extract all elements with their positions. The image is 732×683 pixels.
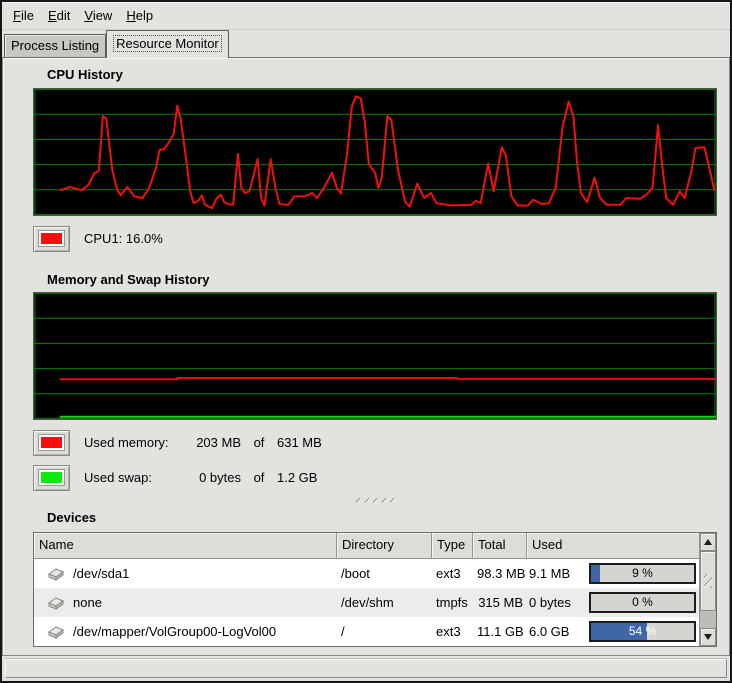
device-type-cell: ext3 (432, 566, 473, 581)
memory-history-title: Memory and Swap History (47, 272, 717, 287)
memory-color-swatch (39, 435, 64, 450)
devices-scrollbar[interactable] (699, 533, 716, 646)
device-total-cell: 315 MB (473, 595, 527, 610)
device-directory-cell: / (337, 624, 432, 639)
device-used-cell: 9.1 MB9 % (527, 563, 699, 584)
menu-file[interactable]: File (6, 4, 41, 27)
memory-color-button[interactable] (33, 430, 70, 456)
device-name-cell: /dev/mapper/VolGroup00-LogVol00 (34, 623, 337, 641)
column-header-name[interactable]: Name (34, 533, 337, 559)
swap-legend: Used swap: 0 bytes of 1.2 GB (33, 464, 717, 491)
device-name-cell: none (34, 594, 337, 612)
scrollbar-down-button[interactable] (700, 628, 716, 646)
memory-chart-svg (34, 293, 716, 419)
devices-title: Devices (47, 510, 717, 525)
resource-monitor-panel: CPU History CPU1: 16.0% Memory and Swap … (2, 57, 730, 656)
devices-table-body: /dev/sda1/bootext398.3 MB9.1 MB9 %none/d… (34, 559, 699, 646)
disk-icon (47, 565, 65, 583)
disk-icon (47, 623, 65, 641)
column-header-directory[interactable]: Directory (337, 533, 432, 559)
memory-legend-label: Used memory: (84, 435, 179, 450)
column-header-type[interactable]: Type (432, 533, 473, 559)
device-name-cell: /dev/sda1 (34, 565, 337, 583)
cpu-color-button[interactable] (33, 226, 70, 252)
menu-edit[interactable]: Edit (41, 4, 77, 27)
menubar: File Edit View Help (2, 2, 730, 30)
menu-help[interactable]: Help (119, 4, 160, 27)
swap-total-value: 1.2 GB (277, 470, 317, 485)
device-row[interactable]: none/dev/shmtmpfs315 MB0 bytes0 % (34, 588, 699, 617)
memory-history-chart (33, 292, 717, 420)
swap-legend-label: Used swap: (84, 470, 179, 485)
tabbar: Process Listing Resource Monitor (2, 30, 730, 57)
device-directory-cell: /dev/shm (337, 595, 432, 610)
disk-icon (47, 594, 65, 612)
column-header-used[interactable]: Used (527, 533, 699, 559)
down-arrow-icon (704, 634, 712, 640)
cpu-history-title: CPU History (47, 67, 717, 82)
memory-of-text: of (241, 435, 277, 450)
memory-total-value: 631 MB (277, 435, 322, 450)
device-directory-cell: /boot (337, 566, 432, 581)
cpu-legend: CPU1: 16.0% (33, 225, 717, 252)
pane-resize-grip[interactable] (355, 497, 395, 504)
swap-of-text: of (241, 470, 277, 485)
device-row[interactable]: /dev/sda1/bootext398.3 MB9.1 MB9 % (34, 559, 699, 588)
swap-used-value: 0 bytes (179, 470, 241, 485)
devices-table: Name Directory Type Total Used /dev/sda1… (33, 532, 717, 647)
device-type-cell: tmpfs (432, 595, 473, 610)
memory-legend: Used memory: 203 MB of 631 MB (33, 429, 717, 456)
usage-progressbar: 9 % (589, 563, 696, 584)
swap-color-button[interactable] (33, 465, 70, 491)
scrollbar-thumb[interactable] (700, 551, 716, 611)
tab-resource-monitor-label: Resource Monitor (113, 35, 222, 52)
cpu-history-chart (33, 88, 717, 216)
device-used-cell: 0 bytes0 % (527, 592, 699, 613)
device-used-cell: 6.0 GB54 % (527, 621, 699, 642)
tab-process-listing[interactable]: Process Listing (4, 34, 106, 57)
menu-view[interactable]: View (77, 4, 119, 27)
device-row[interactable]: /dev/mapper/VolGroup00-LogVol00/ext311.1… (34, 617, 699, 646)
device-total-cell: 11.1 GB (473, 624, 527, 639)
cpu-chart-svg (34, 89, 716, 215)
column-header-total[interactable]: Total (473, 533, 527, 559)
cpu-color-swatch (39, 231, 64, 246)
up-arrow-icon (704, 539, 712, 545)
system-monitor-window: File Edit View Help Process Listing Reso… (0, 0, 732, 683)
tab-resource-monitor[interactable]: Resource Monitor (106, 30, 229, 58)
usage-progressbar: 0 % (589, 592, 696, 613)
cpu-legend-label: CPU1: 16.0% (84, 231, 163, 246)
devices-table-header: Name Directory Type Total Used (34, 533, 699, 559)
memory-used-value: 203 MB (179, 435, 241, 450)
device-total-cell: 98.3 MB (473, 566, 527, 581)
usage-progressbar: 54 % (589, 621, 696, 642)
statusbar (5, 659, 727, 678)
scrollbar-up-button[interactable] (700, 533, 716, 551)
swap-color-swatch (39, 470, 64, 485)
device-type-cell: ext3 (432, 624, 473, 639)
